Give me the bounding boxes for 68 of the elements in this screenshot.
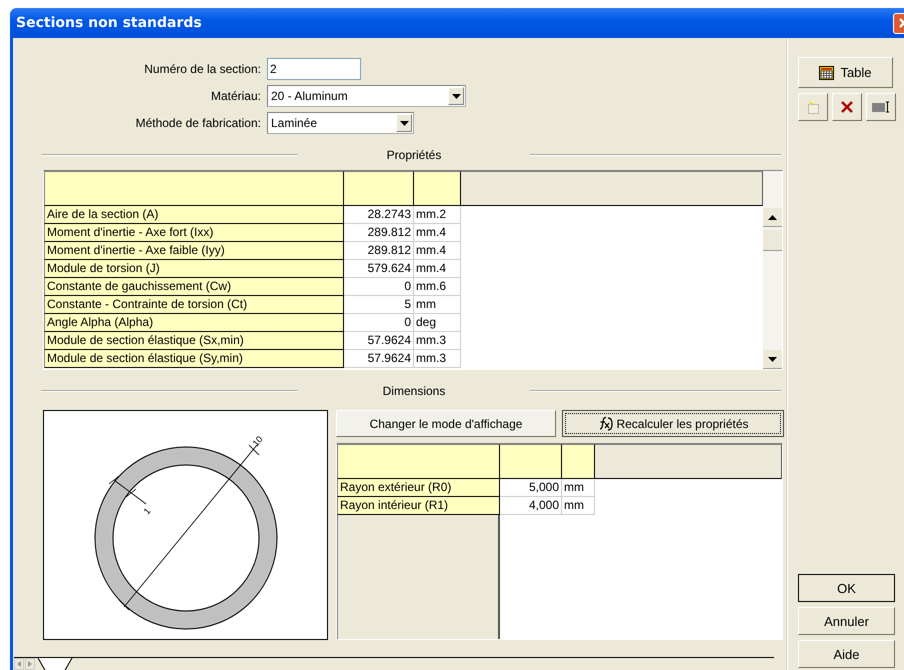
dimension-label: 1 (142, 506, 153, 516)
section-title: Dimensions (382, 384, 446, 398)
cancel-button[interactable]: Annuler (798, 607, 895, 635)
formula-icon (597, 416, 614, 432)
unit-cell: mm.2 (414, 206, 461, 224)
property-name: Module de section élastique (Sy,min) (44, 350, 344, 368)
new-button[interactable] (798, 93, 828, 121)
dropdown[interactable]: Laminée (267, 112, 414, 134)
scroll-up-button[interactable] (763, 208, 782, 227)
down-arrow-icon (768, 356, 777, 362)
field-label: Méthode de fabrication: (134, 116, 261, 130)
property-name: Aire de la section (A) (44, 206, 344, 224)
unit-cell: mm (414, 296, 461, 314)
value-cell[interactable]: 57.9624 (344, 332, 414, 350)
value-cell[interactable]: 0 (344, 314, 414, 332)
property-name: Constante de gauchissement (Cw) (44, 278, 344, 296)
field-label: Numéro de la section: (143, 62, 261, 76)
window-title: Sections non standards (16, 15, 202, 31)
value-cell[interactable]: 289.812 (344, 242, 414, 260)
dropdown-arrow-icon (452, 94, 460, 98)
unit-cell: mm.6 (414, 278, 461, 296)
scroll-thumb[interactable] (763, 230, 782, 251)
unit-cell: mm.4 (414, 224, 461, 242)
dropdown[interactable]: 20 - Aluminum (267, 85, 466, 107)
text-cursor-icon (872, 100, 890, 114)
property-name: Module de section élastique (Sx,min) (44, 332, 344, 350)
new-item-icon (806, 100, 820, 114)
table-button[interactable]: Table (798, 57, 893, 88)
right-arrow-icon (28, 661, 32, 667)
text-field[interactable]: 2 (267, 58, 361, 80)
property-name: Moment d'inertie - Axe fort (Ixx) (44, 224, 344, 242)
unit-cell: deg (414, 314, 461, 332)
display-mode-button[interactable]: Changer le mode d'affichage (336, 410, 556, 437)
field-label: Matériau: (210, 89, 261, 103)
delete-button[interactable] (832, 93, 862, 121)
dimension-label: 10 (251, 434, 265, 448)
help-button[interactable]: Aide (798, 640, 895, 668)
ok-button[interactable]: OK (798, 574, 895, 602)
property-name: Rayon extérieur (R0) (337, 479, 500, 497)
scrollbar[interactable] (763, 171, 782, 369)
property-name: Angle Alpha (Alpha) (44, 314, 344, 332)
value-cell[interactable]: 57.9624 (344, 350, 414, 368)
delete-icon (840, 100, 854, 114)
value-cell[interactable]: 289.812 (344, 224, 414, 242)
value-cell[interactable]: 5,000 (500, 479, 562, 497)
value-cell[interactable]: 5 (344, 296, 414, 314)
left-arrow-icon (17, 661, 21, 667)
up-arrow-icon (768, 214, 777, 220)
unit-cell: mm.3 (414, 350, 461, 368)
dropdown-arrow-icon (400, 120, 408, 126)
unit-cell: mm.3 (414, 332, 461, 350)
value-cell[interactable]: 4,000 (500, 497, 562, 515)
value-cell[interactable]: 28.2743 (344, 206, 414, 224)
property-name: Moment d'inertie - Axe faible (Iyy) (44, 242, 344, 260)
table-icon (819, 66, 834, 80)
value-cell[interactable]: 579.624 (344, 260, 414, 278)
value-cell[interactable]: 0 (344, 278, 414, 296)
property-name: Module de torsion (J) (44, 260, 344, 278)
unit-cell: mm.4 (414, 260, 461, 278)
recalculate-button[interactable]: Recalculer les propriétés (562, 410, 784, 437)
rename-button[interactable] (866, 93, 896, 121)
scroll-down-button[interactable] (763, 350, 782, 369)
unit-cell: mm (562, 497, 595, 515)
unit-cell: mm (562, 479, 595, 497)
property-name: Constante - Contrainte de torsion (Ct) (44, 296, 344, 314)
unit-cell: mm.4 (414, 242, 461, 260)
section-title: Propriétés (386, 148, 442, 162)
property-name: Rayon intérieur (R1) (337, 497, 500, 515)
